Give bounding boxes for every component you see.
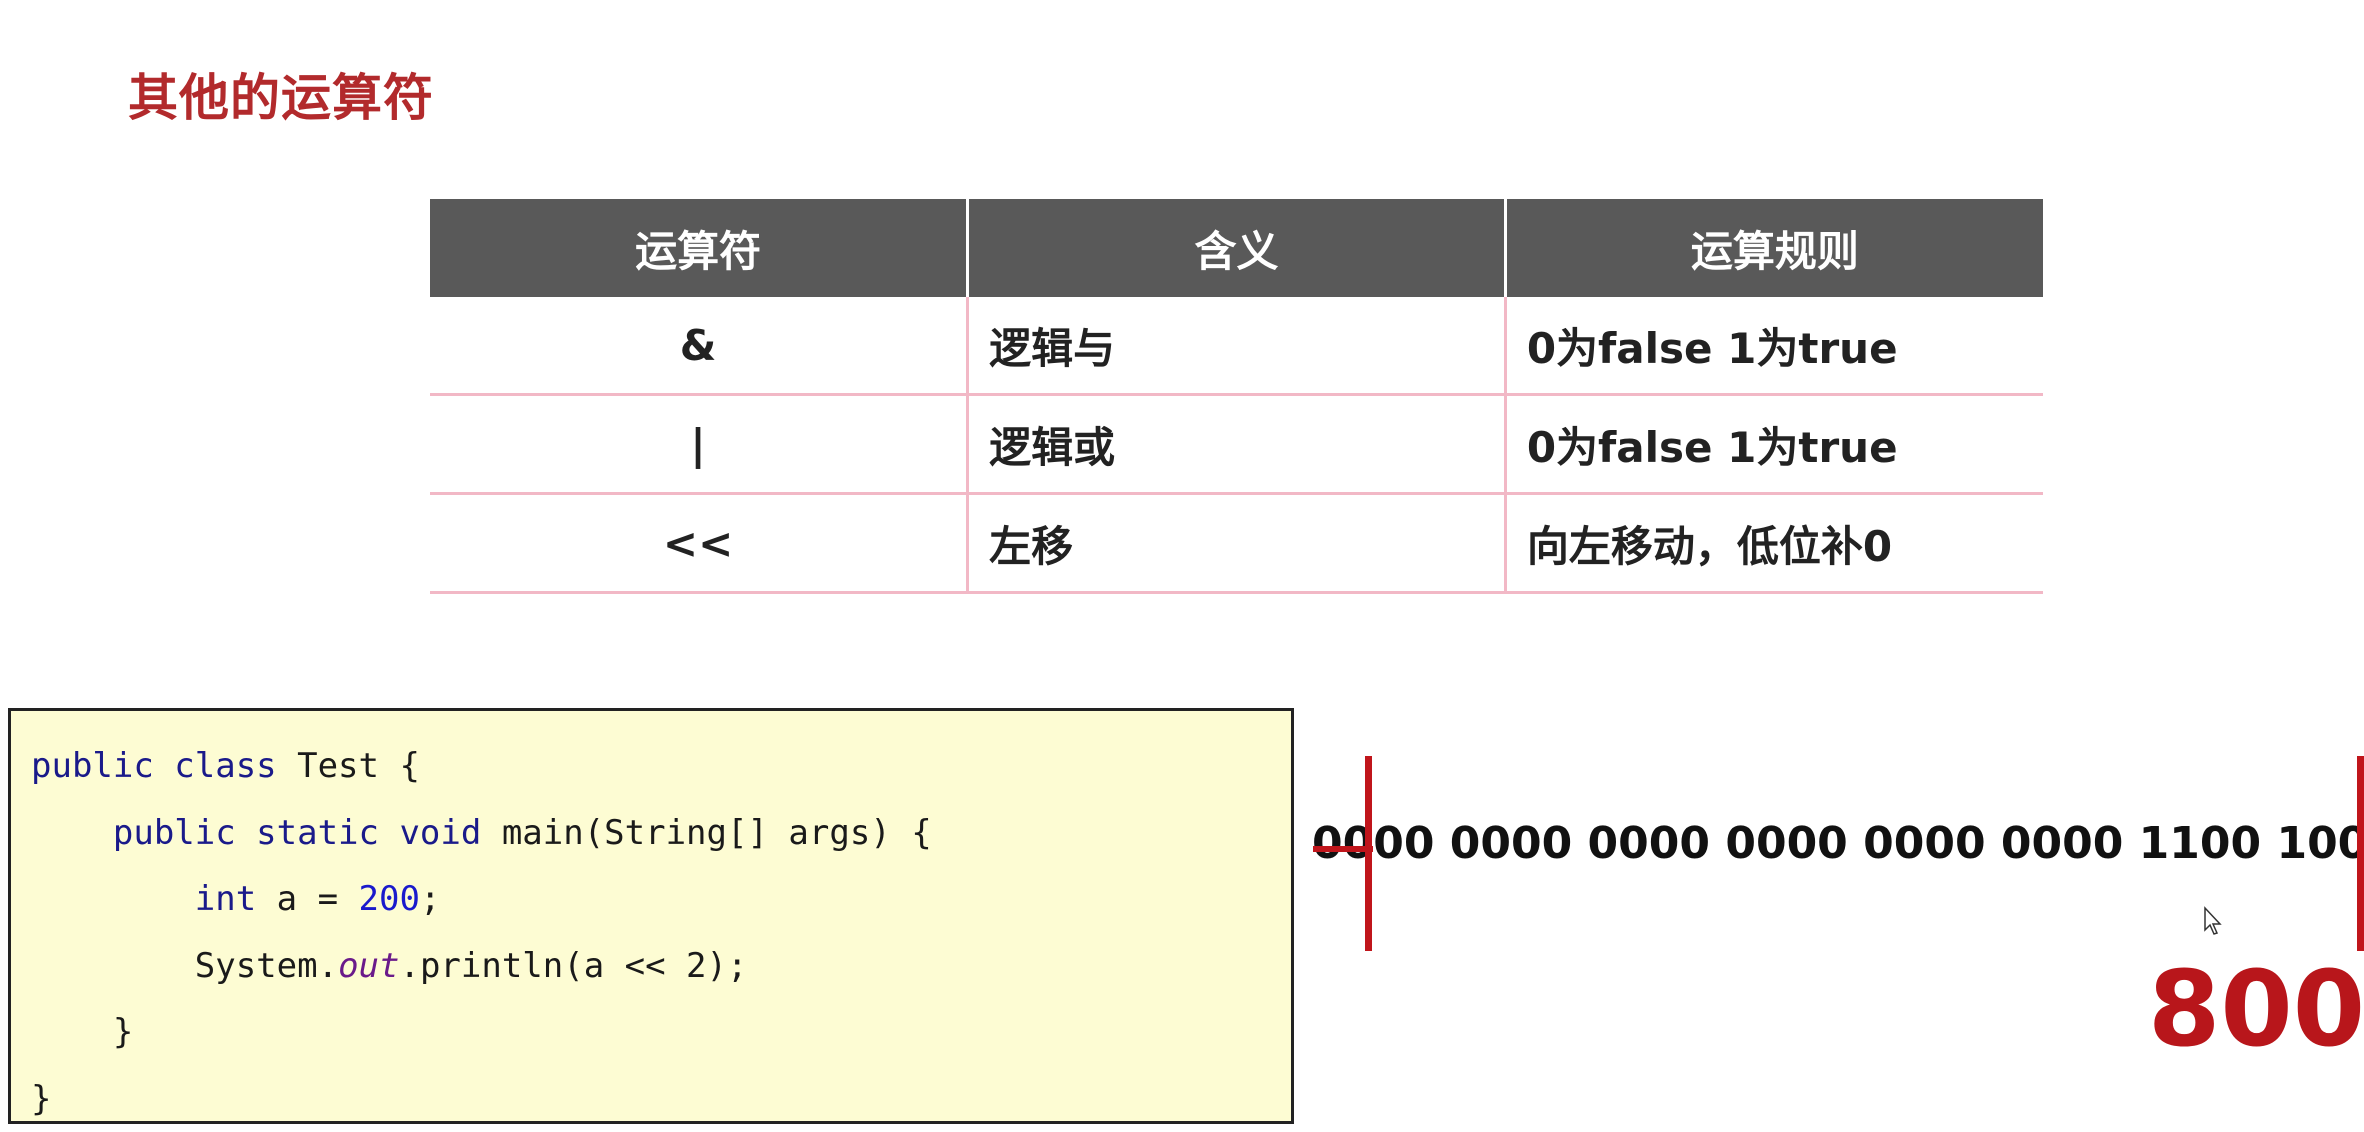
- binary-bits: 0000 0000 0000 0000 0000 0000 1100 1000: [1312, 818, 2364, 869]
- binary-representation: 0000 0000 0000 0000 0000 0000 1100 10000…: [1312, 818, 2364, 869]
- cell-meaning: 左移: [966, 493, 1506, 594]
- strike-through-mark: [1313, 846, 1373, 852]
- code-keyword: public static void: [112, 812, 502, 853]
- code-text: }: [31, 1012, 134, 1052]
- table-row: | 逻辑或 0为false 1为true: [430, 394, 2043, 495]
- code-block: public class Test { public static void m…: [8, 708, 1294, 1124]
- code-keyword: int: [194, 879, 277, 919]
- cell-operator: <<: [430, 493, 968, 594]
- code-line: System.out.println(a << 2);: [31, 933, 1291, 1000]
- code-number: 200: [358, 879, 420, 919]
- operator-table: 运算符 含义 运算规则 & 逻辑与 0为false 1为true | 逻辑或 0…: [430, 199, 2043, 594]
- cell-meaning: 逻辑与: [966, 297, 1506, 396]
- cell-rule: 向左移动，低位补0: [1503, 493, 2043, 594]
- code-line: }: [31, 999, 1291, 1066]
- cell-rule: 0为false 1为true: [1503, 394, 2043, 495]
- header-operator: 运算符: [430, 199, 968, 297]
- code-text: ;: [419, 879, 441, 919]
- cell-rule: 0为false 1为true: [1503, 297, 2043, 396]
- mouse-cursor-icon: [2204, 906, 2222, 935]
- code-line: public static void main(String[] args) {: [31, 800, 1291, 867]
- shift-marker-left-line: [1365, 756, 1372, 951]
- code-line: public class Test {: [31, 733, 1291, 800]
- code-field: out: [338, 945, 400, 986]
- code-text: Test {: [297, 746, 420, 786]
- shift-result: 800: [2148, 948, 2364, 1070]
- code-line: }: [31, 1066, 1291, 1132]
- shift-marker-right-line: [2357, 756, 2364, 951]
- header-meaning: 含义: [966, 199, 1506, 297]
- cell-operator: &: [430, 297, 968, 396]
- code-line: int a = 200;: [31, 866, 1291, 933]
- table-header-row: 运算符 含义 运算规则: [430, 199, 2043, 297]
- slide-title: 其他的运算符: [128, 69, 434, 127]
- code-text: System.: [194, 945, 339, 986]
- code-text: }: [31, 1078, 52, 1119]
- table-row: & 逻辑与 0为false 1为true: [430, 297, 2043, 396]
- header-rule: 运算规则: [1503, 199, 2043, 297]
- cell-operator: |: [430, 394, 968, 495]
- cell-meaning: 逻辑或: [966, 394, 1506, 495]
- code-keyword: public class: [31, 746, 298, 786]
- code-text: .println(a << 2);: [399, 945, 748, 986]
- code-text: main(String[] args) {: [501, 812, 932, 853]
- table-row: << 左移 向左移动，低位补0: [430, 493, 2043, 594]
- code-text: a =: [276, 879, 359, 919]
